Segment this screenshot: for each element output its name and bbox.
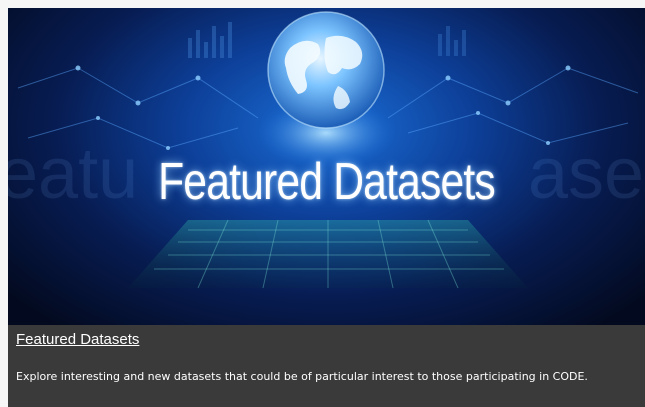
featured-datasets-link[interactable]: Featured Datasets xyxy=(16,331,139,348)
perspective-grid xyxy=(128,219,528,289)
caption-description: Explore interesting and new datasets tha… xyxy=(16,370,588,383)
featured-datasets-card[interactable]: eatu aset Featured Datasets xyxy=(8,8,645,407)
banner-title: Featured Datasets xyxy=(158,153,496,211)
featured-datasets-banner[interactable]: eatu aset Featured Datasets xyxy=(8,8,645,325)
globe-icon xyxy=(267,11,385,129)
bar-graphic-left xyxy=(188,22,232,58)
bar-graphic-right xyxy=(438,26,466,56)
caption-panel: Featured Datasets Explore interesting an… xyxy=(8,325,645,407)
